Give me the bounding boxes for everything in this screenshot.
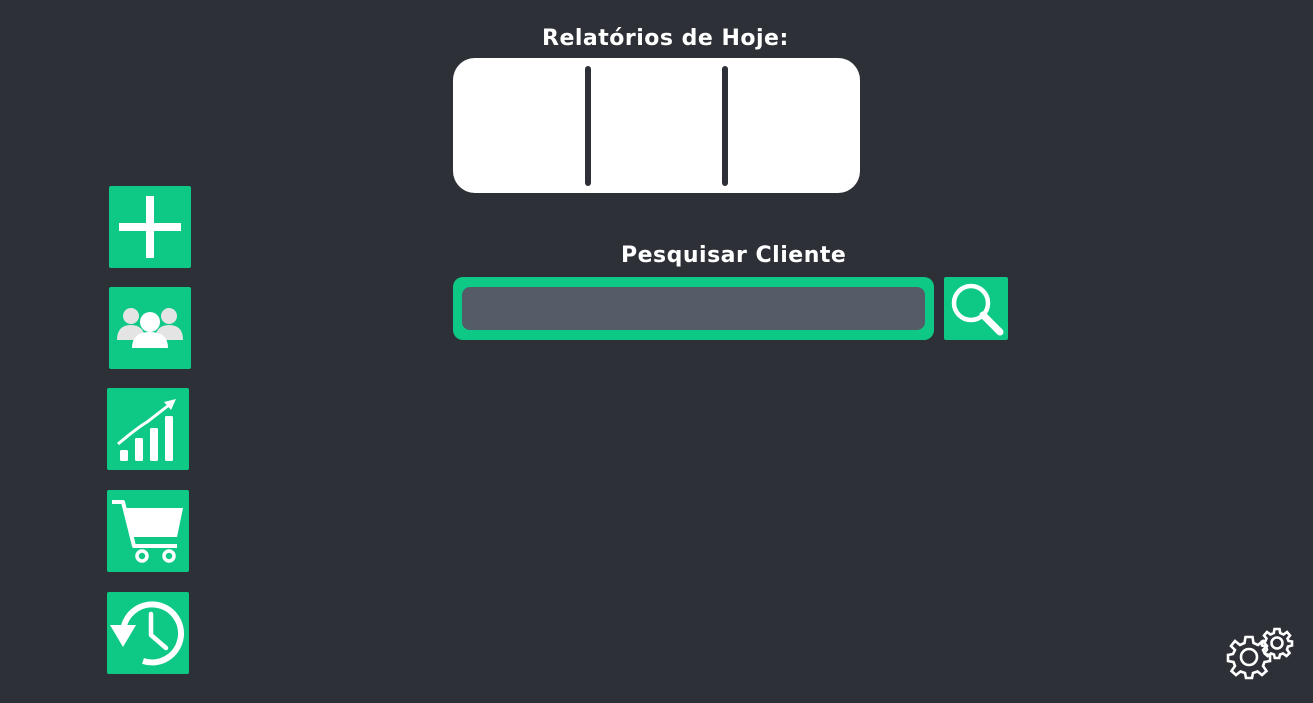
users-icon [117,308,183,348]
add-button[interactable] [109,186,191,268]
search-title: Pesquisar Cliente [621,243,847,268]
history-button[interactable] [107,592,189,674]
reports-cell-1 [453,58,586,193]
search-input[interactable] [462,287,925,330]
growth-chart-icon [117,399,176,461]
search-frame [453,277,934,340]
reports-panel [453,58,860,193]
reports-title: Relatórios de Hoje: [542,26,789,51]
history-clock-icon [110,601,184,666]
sales-button[interactable] [107,490,189,572]
plus-icon [119,196,181,258]
shopping-cart-icon [112,500,183,563]
search-button[interactable] [944,277,1008,340]
magnifier-icon [951,283,1004,336]
reports-cell-2 [591,58,722,193]
clients-button[interactable] [109,287,191,369]
reports-cell-3 [728,58,860,193]
reports-button[interactable] [107,388,189,470]
settings-button[interactable] [1224,624,1294,684]
gears-icon [1226,627,1294,680]
